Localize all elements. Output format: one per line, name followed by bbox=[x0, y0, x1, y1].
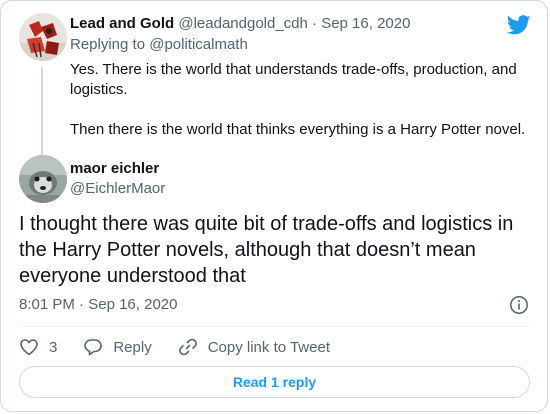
thread-connector-line bbox=[41, 67, 43, 159]
read-replies-button[interactable]: Read 1 reply bbox=[19, 366, 530, 398]
main-tweet-text: I thought there was quite bit of trade-o… bbox=[19, 213, 514, 287]
reply-button[interactable]: Reply bbox=[83, 337, 152, 357]
main-author-handle[interactable]: @EichlerMaor bbox=[70, 179, 165, 199]
parent-date[interactable]: Sep 16, 2020 bbox=[321, 15, 410, 32]
parent-text-paragraph: Yes. There is the world that understands… bbox=[70, 61, 517, 98]
reply-label: Reply bbox=[113, 338, 152, 356]
replying-to: Replying to @politicalmath bbox=[70, 35, 529, 55]
replying-to-handle[interactable]: @politicalmath bbox=[149, 36, 248, 53]
parent-author-name[interactable]: Lead and Gold bbox=[70, 15, 174, 32]
parent-tweet-text: Yes. There is the world that understands… bbox=[70, 60, 540, 140]
reply-bubble-icon bbox=[84, 339, 103, 356]
main-avatar[interactable] bbox=[19, 155, 67, 203]
tweet-embed-card: Lead and Gold @leadandgold_cdh · Sep 16,… bbox=[0, 0, 548, 412]
avatar-image bbox=[19, 155, 67, 203]
timestamp-separator: · bbox=[79, 296, 85, 313]
replying-to-prefix: Replying to bbox=[70, 36, 146, 53]
like-count: 3 bbox=[49, 338, 58, 356]
copy-link-label: Copy link to Tweet bbox=[207, 338, 330, 356]
like-button[interactable]: 3 bbox=[19, 337, 57, 357]
main-tweet-header: maor eichler @EichlerMaor bbox=[19, 155, 529, 205]
avatar-image bbox=[19, 13, 67, 61]
parent-header: Lead and Gold @leadandgold_cdh · Sep 16,… bbox=[70, 13, 529, 35]
tweet-time[interactable]: 8:01 PM bbox=[19, 296, 75, 313]
link-icon bbox=[178, 338, 197, 356]
tweet-date[interactable]: Sep 16, 2020 bbox=[88, 296, 177, 313]
tweet-actions: 3 Reply Copy link to Tweet bbox=[19, 336, 529, 358]
info-icon[interactable] bbox=[509, 295, 529, 315]
main-author-name[interactable]: maor eichler bbox=[70, 159, 159, 179]
heart-icon bbox=[20, 339, 38, 356]
divider bbox=[19, 326, 529, 327]
parent-text-paragraph: Then there is the world that thinks ever… bbox=[70, 121, 526, 138]
header-separator: · bbox=[312, 15, 318, 32]
tweet-timestamp-row: 8:01 PM · Sep 16, 2020 bbox=[19, 295, 529, 315]
parent-avatar[interactable] bbox=[19, 13, 67, 61]
copy-link-button[interactable]: Copy link to Tweet bbox=[178, 337, 330, 357]
parent-author-handle[interactable]: @leadandgold_cdh bbox=[178, 15, 308, 32]
